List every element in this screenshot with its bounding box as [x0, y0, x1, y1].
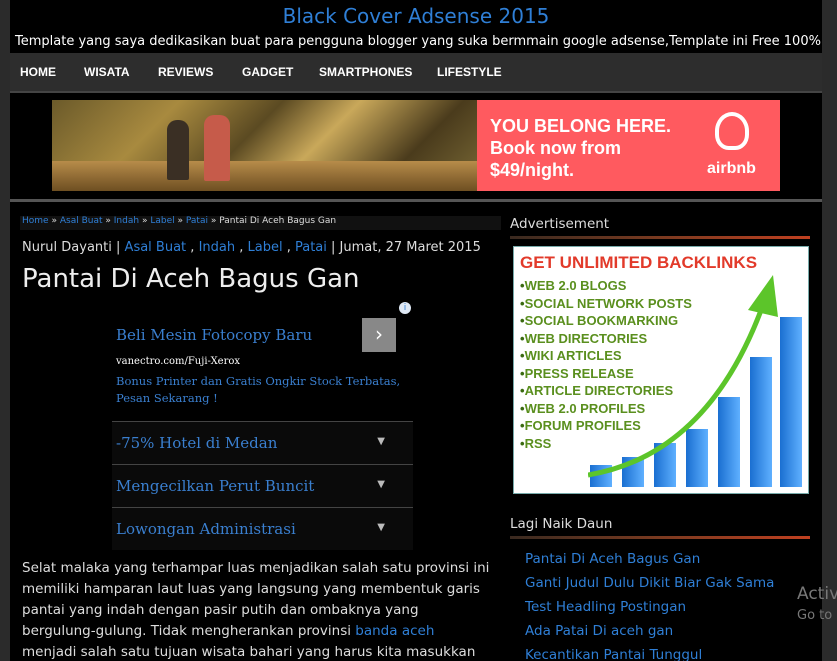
site-description: Template yang saya dedikasikan buat para…	[15, 34, 821, 49]
growth-arrow-icon	[588, 275, 778, 478]
popular-post-link[interactable]: Kecantikan Pantai Tunggul	[525, 643, 774, 661]
banner-person-shape	[167, 120, 189, 180]
chevron-down-icon: ▼	[377, 436, 385, 447]
ad-description[interactable]: Bonus Printer dan Gratis Ongkir Stock Te…	[116, 373, 406, 407]
heading-divider	[510, 536, 810, 539]
nav-home[interactable]: HOME	[20, 65, 56, 79]
popular-post-link[interactable]: Ganti Judul Dulu Dikit Biar Gak Sama	[525, 571, 774, 595]
banner-ad[interactable]: YOU BELONG HERE. Book now from $49/night…	[10, 96, 822, 202]
activation-watermark: Activ	[797, 584, 837, 604]
ad-link-text: Mengecilkan Perut Buncit	[116, 477, 315, 495]
nav-lifestyle[interactable]: LIFESTYLE	[437, 65, 502, 79]
breadcrumb-sep: »	[177, 216, 183, 226]
post-title: Pantai Di Aceh Bagus Gan	[22, 264, 360, 294]
airbnb-logo-icon	[715, 112, 749, 150]
chevron-right-icon[interactable]: ›	[362, 318, 396, 352]
airbnb-brand: airbnb	[707, 160, 756, 177]
nav-reviews[interactable]: REVIEWS	[158, 65, 213, 79]
post-label-link[interactable]: Patai	[295, 240, 327, 255]
ad-link-row[interactable]: Lowongan Administrasi ▼	[112, 507, 413, 550]
breadcrumb: Home » Asal Buat » Indah » Label » Patai…	[20, 216, 501, 230]
ad-url[interactable]: vanectro.com/Fuji-Xerox	[116, 356, 240, 367]
post-body-text: menjadi salah satu tujuan wisata bahari …	[22, 644, 476, 660]
banner-line-2: Book now from	[490, 138, 621, 158]
site-header: Black Cover Adsense 2015 Template yang s…	[10, 0, 822, 52]
ad-title[interactable]: Beli Mesin Fotocopy Baru	[116, 326, 312, 344]
banner-deck-shape	[52, 161, 477, 191]
banner-photo[interactable]	[52, 100, 477, 191]
breadcrumb-current: Pantai Di Aceh Bagus Gan	[219, 216, 337, 226]
heading-divider	[510, 236, 810, 239]
popular-post-link[interactable]: Pantai Di Aceh Bagus Gan	[525, 547, 774, 571]
breadcrumb-label[interactable]: Label	[150, 216, 174, 226]
breadcrumb-asal-buat[interactable]: Asal Buat	[60, 216, 103, 226]
breadcrumb-home[interactable]: Home	[22, 216, 49, 226]
banner-line-3: $49/night.	[490, 160, 575, 180]
ad-link-text: -75% Hotel di Medan	[116, 434, 278, 452]
breadcrumb-sep: »	[51, 216, 57, 226]
breadcrumb-patai[interactable]: Patai	[186, 216, 208, 226]
banner-line-1: YOU BELONG HERE.	[490, 116, 672, 136]
breadcrumb-sep: »	[210, 216, 217, 226]
ad-link-row[interactable]: Mengecilkan Perut Buncit ▼	[112, 464, 413, 507]
post-label-link[interactable]: Indah	[199, 240, 236, 255]
site-title[interactable]: Black Cover Adsense 2015	[10, 4, 822, 28]
breadcrumb-sep: »	[105, 216, 111, 226]
post-author: Nurul Dayanti	[22, 240, 112, 255]
adsense-unit[interactable]: i Beli Mesin Fotocopy Baru › vanectro.co…	[112, 300, 413, 550]
breadcrumb-indah[interactable]: Indah	[114, 216, 139, 226]
nav-smartphones[interactable]: SMARTPHONES	[319, 65, 412, 79]
nav-wisata[interactable]: WISATA	[84, 65, 130, 79]
post-body: Selat malaka yang terhampar luas menjadi…	[22, 558, 492, 661]
activation-watermark-sub: Go to	[797, 608, 833, 623]
info-icon[interactable]: i	[399, 302, 411, 314]
post-label-link[interactable]: Asal Buat	[125, 240, 187, 255]
backlinks-ad-image[interactable]: GET UNLIMITED BACKLINKS WEB 2.0 BLOGS SO…	[513, 246, 809, 494]
ad-link-text: Lowongan Administrasi	[116, 520, 296, 538]
chevron-down-icon: ▼	[377, 522, 385, 533]
post-label-link[interactable]: Label	[248, 240, 283, 255]
chevron-down-icon: ▼	[377, 479, 385, 490]
popular-posts-list: Pantai Di Aceh Bagus Gan Ganti Judul Dul…	[525, 547, 774, 661]
post-body-link[interactable]: banda aceh	[355, 623, 434, 639]
popular-post-link[interactable]: Ada Patai Di aceh gan	[525, 619, 774, 643]
banner-airbnb-ad[interactable]: YOU BELONG HERE. Book now from $49/night…	[477, 100, 780, 191]
popular-post-link[interactable]: Test Headling Postingan	[525, 595, 774, 619]
advertisement-heading: Advertisement	[510, 216, 610, 232]
page: Black Cover Adsense 2015 Template yang s…	[10, 0, 822, 661]
breadcrumb-sep: »	[141, 216, 148, 226]
popular-heading: Lagi Naik Daun	[510, 516, 613, 532]
post-date: Jumat, 27 Maret 2015	[339, 240, 481, 255]
nav-gadget[interactable]: GADGET	[242, 65, 293, 79]
post-meta: Nurul Dayanti | Asal Buat , Indah , Labe…	[22, 240, 481, 255]
ad-link-row[interactable]: -75% Hotel di Medan ▼	[112, 421, 413, 464]
main-nav: HOME WISATA REVIEWS GADGET SMARTPHONES L…	[10, 53, 822, 93]
banner-person-shape	[204, 115, 230, 181]
